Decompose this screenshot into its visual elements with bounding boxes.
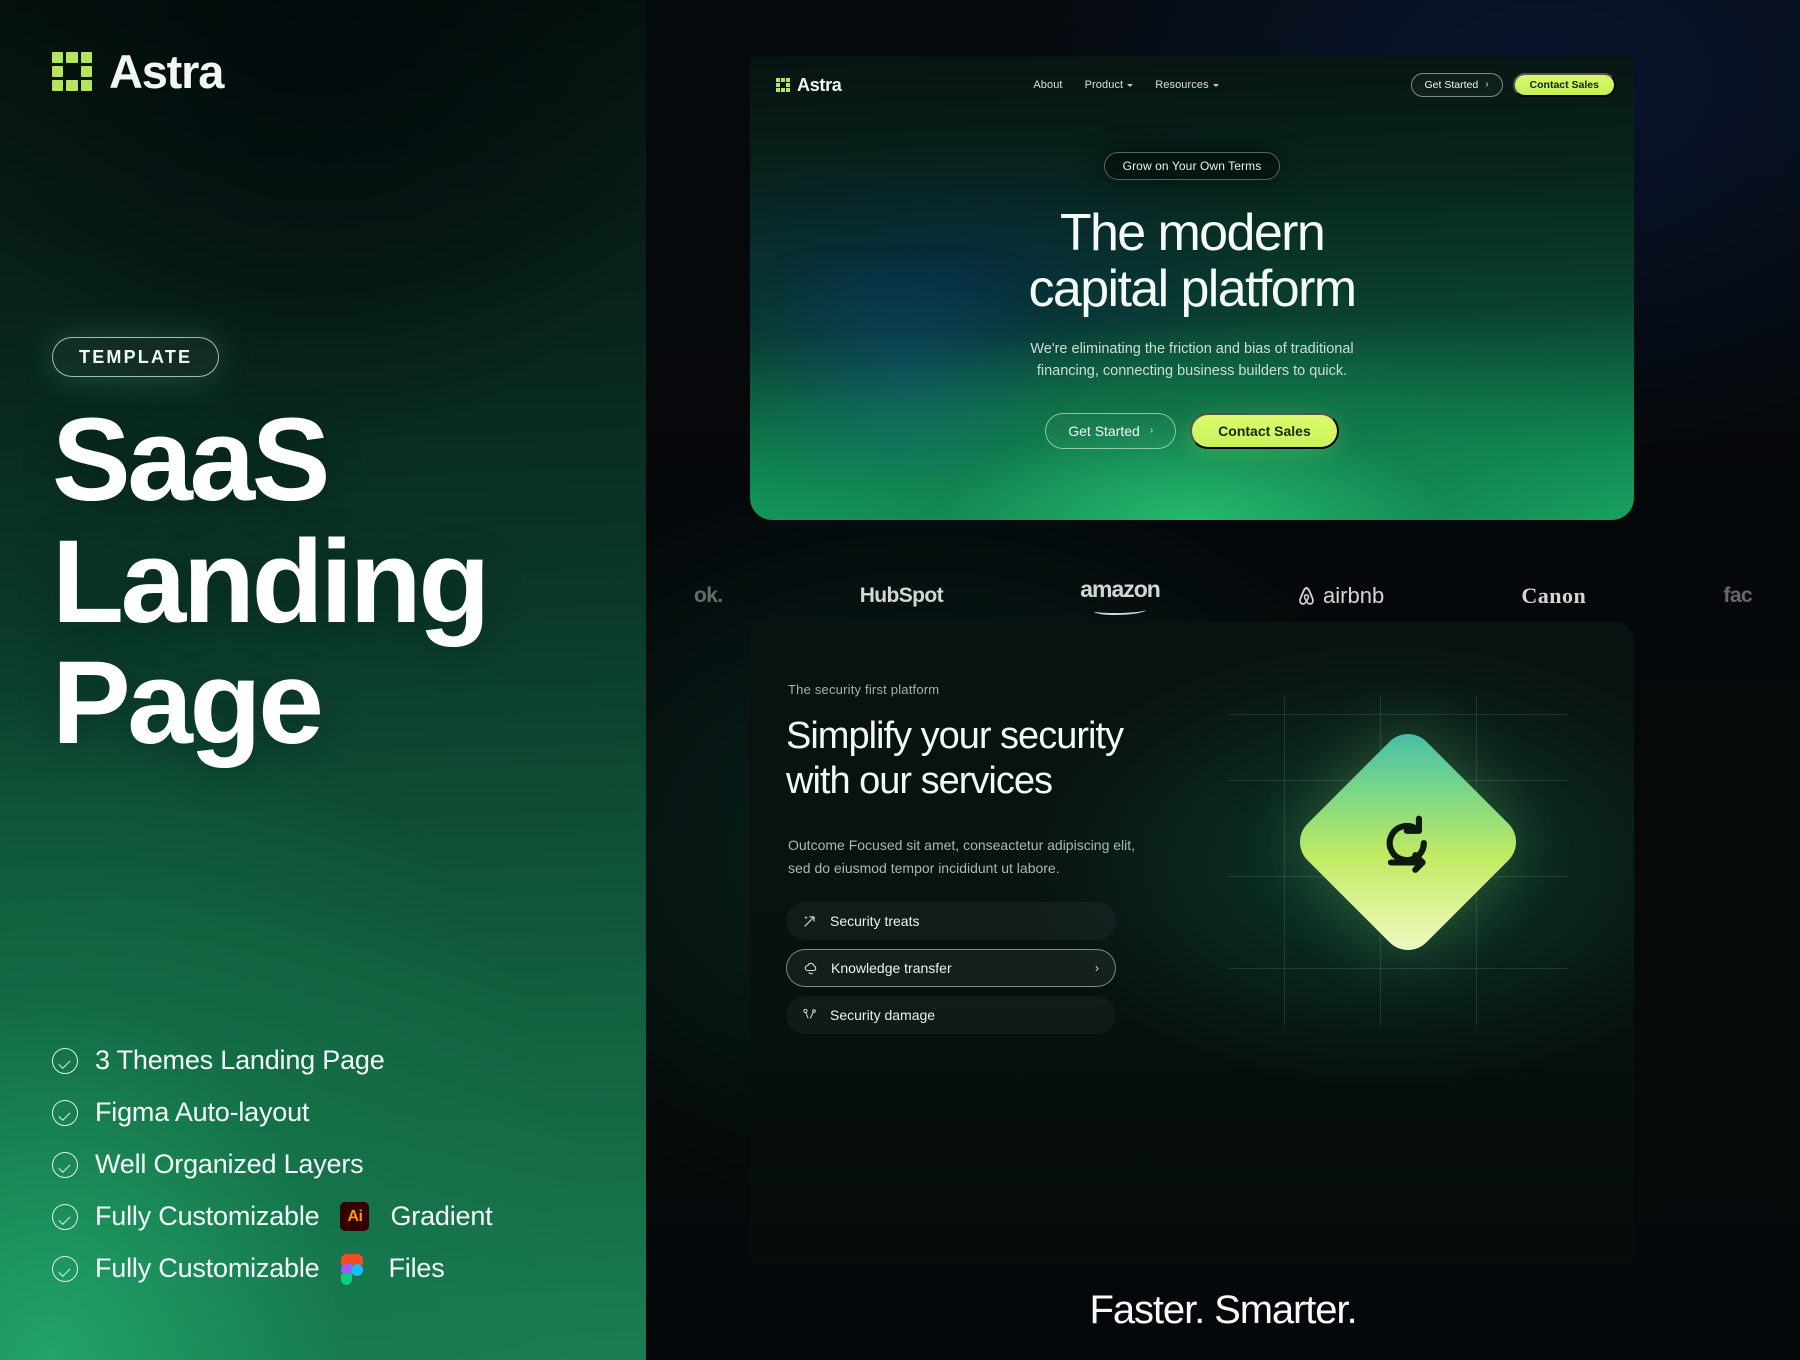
hero-subheading: We're eliminating the friction and bias … [750,339,1634,383]
airbnb-glyph-icon [1299,586,1314,605]
feature-label-suffix: Files [388,1253,445,1283]
hero-get-started-label: Get Started [1068,422,1140,439]
nav-link-label: About [1033,79,1063,91]
refresh-cycle-icon [1386,815,1427,873]
promo-panel: Astra TEMPLATE SaaS Landing Page 3 Theme… [0,0,646,1360]
hero-sub-line-2: financing, connecting business builders … [1036,363,1348,379]
hero-cta-group: Get Started › Contact Sales [750,412,1634,449]
astra-grid-logo [776,78,790,92]
hero-sub-line-1: We're eliminating the friction and bias … [1030,341,1354,358]
promo-brand-label: Astra [109,45,224,98]
facebook-logo-partial: ok. [694,584,723,607]
screenshot-canvas: Astra TEMPLATE SaaS Landing Page 3 Theme… [0,0,1800,1360]
footer-tagline: Faster. Smarter. [1089,1288,1358,1332]
security-item-security-treats[interactable]: Security treats [786,902,1116,940]
nav-get-started-label: Get Started [1424,79,1479,91]
amazon-smile-icon [1094,606,1147,615]
hero-heading-line-1: The modern [1059,204,1326,262]
chevron-right-icon: › [1485,79,1489,90]
list-item: Figma Auto-layout [52,1097,492,1128]
site-mockup: Astra About Product Resources Get Starte… [646,0,1800,1360]
amazon-logo-text: amazon [1080,575,1161,602]
promo-title-line-2: Landing [52,515,490,648]
feature-label: 3 Themes Landing Page [95,1045,385,1075]
promo-title-line-3: Page [52,637,324,770]
feature-label: Well Organized Layers [95,1149,364,1179]
check-circle-icon [52,1099,78,1126]
amazon-logo: amazon [1080,575,1161,615]
nav-links: About Product Resources [1033,79,1219,91]
security-eyebrow: The security first platform [788,682,940,697]
check-circle-icon [52,1255,78,1282]
chevron-right-icon: › [1149,424,1154,436]
security-section: The security first platform Simplify you… [750,622,1634,1262]
site-navbar: Astra About Product Resources Get Starte… [750,56,1634,114]
promo-title-line-1: SaaS [52,394,330,526]
sparkle-arrow-icon [804,916,815,927]
nav-cta-group: Get Started › Contact Sales [1410,73,1616,97]
feature-label-suffix: Gradient [390,1201,493,1231]
security-item-label: Knowledge transfer [831,960,952,976]
security-item-knowledge-transfer[interactable]: Knowledge transfer › [786,949,1116,987]
check-circle-icon [52,1047,78,1074]
feature-list: 3 Themes Landing Page Figma Auto-layout … [52,1045,493,1285]
security-heading-line-2: with our services [786,759,1053,802]
airbnb-logo-text: airbnb [1323,583,1385,608]
security-graphic [1228,696,1568,1026]
feature-label: Fully Customizable [95,1253,320,1283]
list-item: 3 Themes Landing Page [52,1045,492,1076]
hero-eyebrow-badge: Grow on Your Own Terms [1103,152,1281,180]
facebook-logo-partial-right: fac [1723,584,1752,607]
nav-link-about[interactable]: About [1033,79,1062,91]
nav-link-label: Product [1084,79,1124,91]
check-circle-icon [52,1203,78,1230]
site-brand-label: Astra [797,74,842,95]
security-body: Outcome Focused sit amet, conseactetur a… [788,834,1135,879]
list-item: Fully Customizable Files [52,1253,492,1285]
network-nodes-icon [803,1008,816,1019]
hubspot-logo: HubSpot [859,584,944,607]
promo-brand: Astra [52,44,224,99]
illustrator-ai-icon: Ai [340,1202,370,1231]
feature-label: Fully Customizable [95,1201,320,1231]
chevron-down-icon [1127,83,1134,87]
hero-heading: The modern capital platform [750,204,1634,318]
canon-logo: Canon [1521,583,1587,608]
nav-get-started-button[interactable]: Get Started › [1410,73,1503,97]
hero-section: Astra About Product Resources Get Starte… [750,56,1634,520]
list-item: Well Organized Layers [52,1149,492,1180]
security-item-label: Security damage [830,1007,936,1023]
chevron-right-icon: › [1095,961,1099,975]
security-body-line-2: sed do eiusmod tempor incididunt ut labo… [788,859,1060,876]
template-badge: TEMPLATE [52,337,220,377]
hero-content: Grow on Your Own Terms The modern capita… [750,152,1634,449]
security-item-label: Security treats [830,913,920,929]
nav-contact-sales-button[interactable]: Contact Sales [1512,73,1616,97]
cloud-refresh-icon [804,962,817,975]
check-circle-icon [52,1151,78,1178]
promo-title: SaaS Landing Page [52,399,490,765]
chevron-down-icon [1212,83,1219,87]
hero-heading-line-2: capital platform [1028,259,1358,318]
nav-link-resources[interactable]: Resources [1155,79,1219,91]
site-brand[interactable]: Astra [776,75,842,96]
hero-get-started-button[interactable]: Get Started › [1045,412,1177,449]
feature-label: Figma Auto-layout [95,1097,310,1127]
security-heading: Simplify your security with our services [786,714,1124,804]
figma-logo-icon [341,1253,364,1285]
hero-contact-sales-button[interactable]: Contact Sales [1190,412,1339,449]
nav-link-product[interactable]: Product [1085,79,1134,91]
security-heading-line-1: Simplify your security [786,715,1124,757]
nav-link-label: Resources [1155,79,1209,91]
list-item: Fully Customizable Ai Gradient [52,1201,493,1232]
security-body-line-1: Outcome Focused sit amet, conseactetur a… [788,837,1136,853]
client-logo-strip: ok. HubSpot amazon airbnb Canon fac [646,566,1800,626]
security-accordion: Security treats Knowledge transfer › Sec… [786,902,1116,1034]
airbnb-logo: airbnb [1297,583,1384,609]
security-item-security-damage[interactable]: Security damage [786,996,1116,1034]
astra-grid-logo [52,51,92,92]
